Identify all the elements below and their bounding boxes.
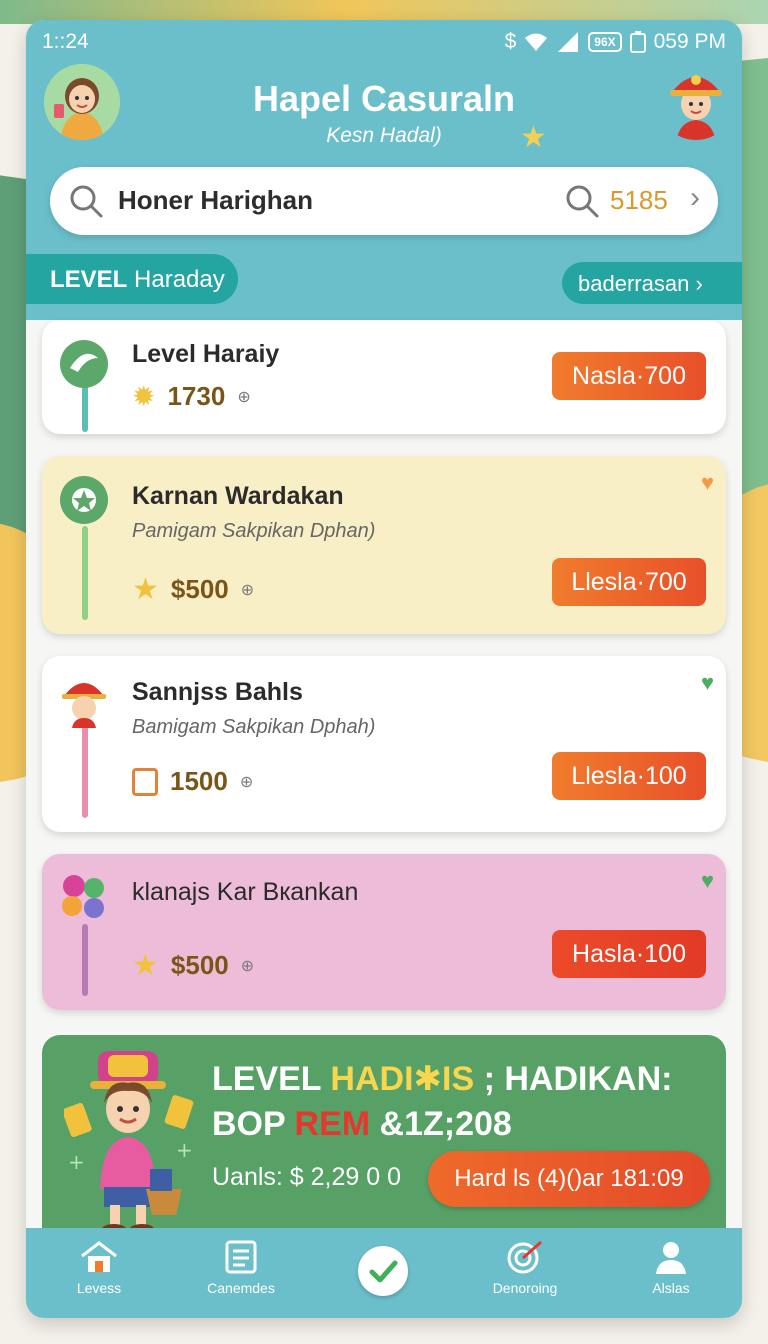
nav-item-levels[interactable]: Levess: [44, 1240, 154, 1296]
coin-icon: ⊕: [237, 388, 251, 406]
search-bar[interactable]: Honer Harighan 5185 ›: [50, 167, 718, 235]
nav-label: Levess: [76, 1280, 122, 1296]
level-card[interactable]: Level Haraiy ✹ 1730 ⊕ Nasla·700: [42, 320, 726, 434]
star-icon: ★: [520, 121, 547, 154]
search-icon[interactable]: [68, 183, 104, 219]
search-input[interactable]: Honer Harighan: [118, 185, 313, 216]
promo-headline-b: HADI✱IS: [330, 1060, 475, 1098]
promo-action-button[interactable]: Hard ls (4)()ar 181:09: [428, 1151, 710, 1207]
promo-sub-a: BOP: [212, 1105, 295, 1143]
see-more-label: baderrasan: [578, 271, 690, 296]
firefighter-badge-icon: [62, 683, 106, 728]
card-stem: [82, 726, 88, 818]
battery-saver-badge: 96X: [588, 32, 622, 52]
heart-icon[interactable]: ♥: [701, 868, 714, 894]
mascot-avatar[interactable]: [658, 64, 734, 140]
wifi-icon: [525, 33, 548, 51]
status-icons: $ 96X 059 PM: [505, 30, 726, 54]
star-icon: ★: [132, 949, 159, 982]
card-price: ★ $500 ⊕: [132, 572, 254, 607]
card-action-button[interactable]: Hasla·100: [552, 930, 706, 978]
app-screen: 1::24 $ 96X 059 PM Hapel Casuraln Kesn H…: [26, 20, 742, 1318]
level-value: Haraday: [134, 266, 225, 293]
heart-icon[interactable]: ♥: [701, 470, 714, 496]
see-more-link[interactable]: baderrasan ›: [562, 262, 742, 304]
coin-icon: ⊕: [240, 581, 255, 599]
firefighter-mascot-icon: [670, 75, 722, 140]
gear-icon: ✹: [132, 381, 156, 412]
chevron-right-icon: ›: [695, 271, 703, 296]
card-action-button[interactable]: Nasla·700: [552, 352, 706, 400]
nav-item-targeting[interactable]: Denoroing: [470, 1240, 580, 1296]
status-time: 1::24: [42, 30, 89, 53]
card-title: Sannjss Bahls: [132, 678, 303, 706]
nav-item-profile[interactable]: Alslas: [616, 1240, 726, 1296]
nav-label: Denoroing: [492, 1280, 558, 1296]
promo-banner[interactable]: + + LEVEL HADI✱IS ; HADIKAN: BOP REM &1Z…: [42, 1035, 726, 1245]
nav-label: Canemdes: [207, 1280, 275, 1296]
nav-center-button[interactable]: [358, 1246, 408, 1296]
card-description: Bamigam Sakpikan Dphah): [132, 716, 376, 738]
level-card[interactable]: klanajs Kar Bкankan ★ $500 ⊕ Hasla·100 ♥: [42, 854, 726, 1010]
card-title: Karnan Wardakan: [132, 482, 344, 510]
calculator-icon: [132, 767, 158, 796]
card-title: klanajs Kar Bкankan: [132, 878, 359, 906]
flower-badge-icon: [60, 476, 108, 524]
check-icon: [369, 1260, 398, 1283]
dollar-icon: $: [504, 30, 517, 53]
card-action-button[interactable]: Llesla·700: [552, 558, 706, 606]
card-stem: [82, 526, 88, 620]
star-icon: ★: [132, 573, 159, 606]
card-price-value: $500: [170, 950, 229, 980]
girl-with-tickets-illustration: + +: [64, 1051, 194, 1234]
card-price-value: $500: [170, 574, 229, 604]
nav-label: Alslas: [652, 1280, 690, 1296]
card-price: ★ $500 ⊕: [132, 948, 254, 983]
card-stem: [82, 924, 88, 996]
card-price-value: 1730: [167, 381, 226, 411]
status-clock: 059 PM: [653, 30, 726, 53]
promo-sub-c: &1Z;208: [370, 1105, 512, 1143]
app-subtitle: Kesn Hadal): [326, 124, 442, 147]
clover-badge-icon: [62, 875, 104, 918]
card-title: Level Haraiy: [132, 340, 280, 368]
heart-icon[interactable]: ♥: [701, 670, 714, 696]
level-label: LEVEL: [50, 266, 128, 293]
user-icon: [656, 1242, 686, 1274]
signal-icon: [558, 32, 579, 52]
card-price: ✹ 1730 ⊕: [132, 380, 251, 413]
promo-headline: LEVEL HADI✱IS ; HADIKAN:: [212, 1059, 672, 1099]
svg-text:+: +: [68, 1150, 85, 1174]
target-icon: [507, 1240, 542, 1274]
leaf-badge-icon: [60, 340, 108, 388]
chevron-right-icon[interactable]: ›: [690, 181, 700, 215]
app-title: Hapel Casuraln: [252, 78, 516, 119]
card-price: 1500 ⊕: [132, 766, 253, 797]
app-header: 1::24 $ 96X 059 PM Hapel Casuraln Kesn H…: [26, 20, 742, 320]
battery-icon: [629, 31, 646, 53]
card-price-value: 1500: [170, 766, 228, 796]
search-result-count: 5185: [610, 185, 668, 215]
document-icon: [225, 1240, 257, 1274]
promo-sub-b: REM: [294, 1105, 371, 1143]
home-icon: [81, 1241, 117, 1272]
search-icon[interactable]: [564, 183, 600, 219]
promo-subheadline: BOP REM &1Z;208: [212, 1105, 512, 1144]
coin-icon: ⊕: [239, 773, 254, 791]
coin-icon: ⊕: [240, 957, 255, 975]
svg-text:+: +: [176, 1138, 193, 1162]
promo-headline-a: LEVEL: [212, 1060, 331, 1098]
card-description: Pamigam Sakpikan Dphan): [132, 520, 376, 542]
promo-total: Uanls: $ 2,29 0 0: [212, 1163, 402, 1191]
level-filter-pill[interactable]: LEVEL Haraday: [26, 254, 238, 304]
status-bar: 1::24 $ 96X 059 PM: [42, 28, 726, 56]
bottom-nav: Levess Canemdes Denoroing Alslas: [26, 1228, 742, 1318]
level-card[interactable]: Karnan Wardakan Pamigam Sakpikan Dphan) …: [42, 456, 726, 634]
level-card[interactable]: Sannjss Bahls Bamigam Sakpikan Dphah) 15…: [42, 656, 726, 832]
nav-item-calendar[interactable]: Canemdes: [186, 1240, 296, 1296]
card-action-button[interactable]: Llesla·100: [552, 752, 706, 800]
promo-headline-c: ; HADIKAN:: [474, 1060, 673, 1098]
